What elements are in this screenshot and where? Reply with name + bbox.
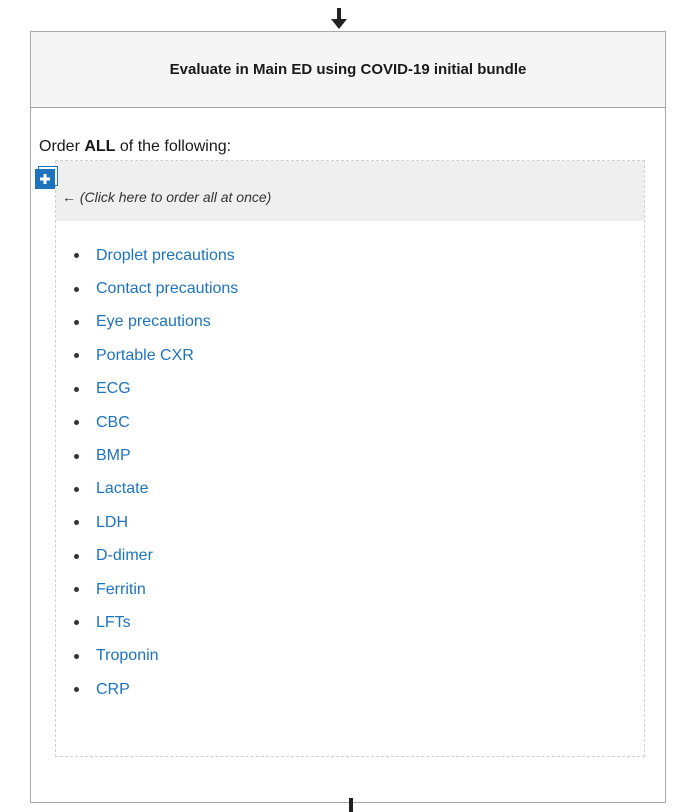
order-list-item: Droplet precautions: [74, 239, 238, 272]
order-link[interactable]: Ferritin: [96, 581, 146, 599]
order-link[interactable]: Troponin: [96, 647, 159, 665]
card-title: Evaluate in Main ED using COVID-19 initi…: [169, 61, 527, 78]
order-link[interactable]: CBC: [96, 414, 130, 432]
instruction-suffix: of the following:: [115, 138, 232, 155]
bullet-icon: [74, 319, 79, 325]
order-all-button[interactable]: [35, 169, 55, 189]
order-link[interactable]: LDH: [96, 514, 128, 532]
order-list-item: Contact precautions: [74, 272, 238, 305]
order-link[interactable]: Contact precautions: [96, 280, 238, 298]
pathway-step-card: Evaluate in Main ED using COVID-19 initi…: [30, 31, 666, 803]
order-link[interactable]: Droplet precautions: [96, 247, 235, 265]
order-list-item: Troponin: [74, 640, 238, 673]
order-list-item: Ferritin: [74, 573, 238, 606]
order-list-item: Lactate: [74, 473, 238, 506]
order-instruction: Order ALL of the following:: [39, 138, 231, 156]
bullet-icon: [74, 486, 79, 492]
order-all-hint: ← (Click here to order all at once): [62, 189, 272, 205]
order-link[interactable]: ECG: [96, 380, 131, 398]
bullet-icon: [74, 587, 79, 593]
instruction-emphasis: ALL: [84, 138, 116, 155]
plus-icon: [40, 174, 50, 184]
order-list-item: D-dimer: [74, 540, 238, 573]
bullet-icon: [74, 420, 79, 426]
bullet-icon: [74, 253, 79, 259]
order-list-item: LDH: [74, 506, 238, 539]
order-list-item: CBC: [74, 406, 238, 439]
order-link[interactable]: Lactate: [96, 480, 148, 498]
instruction-prefix: Order: [39, 138, 85, 155]
bullet-icon: [74, 620, 79, 626]
order-link[interactable]: BMP: [96, 447, 131, 465]
bullet-icon: [74, 453, 79, 459]
order-all-bar: ← (Click here to order all at once): [35, 161, 644, 221]
order-list-item: BMP: [74, 439, 238, 472]
order-list-item: CRP: [74, 673, 238, 706]
order-link[interactable]: LFTs: [96, 614, 131, 632]
bullet-icon: [74, 653, 79, 659]
bullet-icon: [74, 286, 79, 292]
order-set-panel: ← (Click here to order all at once) Drop…: [35, 160, 645, 757]
page: Evaluate in Main ED using COVID-19 initi…: [0, 0, 677, 812]
order-link[interactable]: D-dimer: [96, 547, 153, 565]
card-header: Evaluate in Main ED using COVID-19 initi…: [31, 32, 665, 108]
flow-arrow-down-icon: [331, 8, 347, 29]
flow-connector-line: [349, 798, 353, 812]
order-link[interactable]: CRP: [96, 681, 130, 699]
order-list: Droplet precautions Contact precautions Ey…: [74, 239, 238, 706]
bullet-icon: [74, 687, 79, 693]
bullet-icon: [74, 353, 79, 359]
order-list-item: LFTs: [74, 606, 238, 639]
order-list-item: Eye precautions: [74, 306, 238, 339]
order-list-item: ECG: [74, 373, 238, 406]
order-link[interactable]: Eye precautions: [96, 313, 211, 331]
bullet-icon: [74, 520, 79, 526]
order-link[interactable]: Portable CXR: [96, 347, 194, 365]
bullet-icon: [74, 386, 79, 392]
bullet-icon: [74, 553, 79, 559]
order-list-item: Portable CXR: [74, 339, 238, 372]
